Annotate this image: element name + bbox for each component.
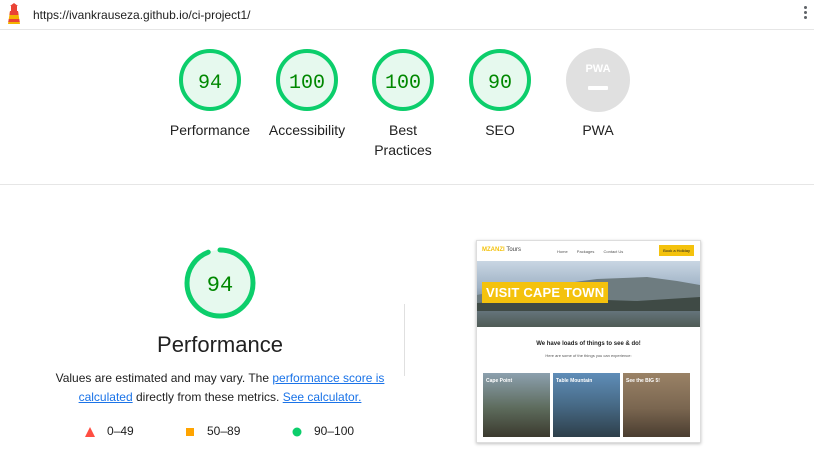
gauge-accessibility[interactable]: 100 Accessibility xyxy=(257,48,357,140)
legend-pass: 90–100 xyxy=(292,424,354,438)
performance-description: Values are estimated and may vary. The p… xyxy=(50,369,390,407)
legend-average: 50–89 xyxy=(185,424,240,438)
desc-text: directly from these metrics. xyxy=(132,390,283,404)
pwa-badge-text: PWA xyxy=(585,63,610,75)
vertical-divider xyxy=(404,304,405,376)
screenshot-card: See the BIG 5! xyxy=(623,373,690,437)
score-ring: 100 xyxy=(276,49,338,111)
score-value: 94 xyxy=(198,72,222,95)
screenshot-heading: We have loads of things to see & do! xyxy=(536,341,641,347)
screenshot-nav-links: Home Packages Contact Us xyxy=(557,249,631,254)
gauge-best-practices[interactable]: 100 Best Practices xyxy=(353,48,453,160)
screenshot-nav-item: Packages xyxy=(576,249,595,254)
performance-score: 94 xyxy=(207,273,233,298)
screenshot-hero: VISIT CAPE TOWN xyxy=(477,261,700,327)
score-ring: 100 xyxy=(372,49,434,111)
calculator-link[interactable]: See calculator. xyxy=(283,390,362,404)
circle-icon xyxy=(292,427,302,437)
screenshot-card: Table Mountain xyxy=(553,373,620,437)
screenshot-nav-item: Home xyxy=(557,249,568,254)
legend-range: 50–89 xyxy=(207,424,241,438)
performance-gauge: 94 xyxy=(184,247,256,319)
gauge-label: Accessibility xyxy=(268,122,346,138)
gauge-performance[interactable]: 94 Performance xyxy=(160,48,260,140)
screenshot-subheading: Here are some of the things you can expe… xyxy=(545,353,632,358)
gauge-label: Performance xyxy=(169,122,251,138)
square-icon xyxy=(186,427,194,436)
screenshot-cards: Cape Point Table Mountain See the BIG 5! xyxy=(483,373,695,437)
gauge-label: Best Practices xyxy=(374,122,432,158)
screenshot-brand: MZANZI Tours xyxy=(482,247,522,253)
legend-range: 90–100 xyxy=(314,424,355,438)
score-value: 90 xyxy=(488,72,512,95)
legend-range: 0–49 xyxy=(107,424,134,438)
gauge-seo[interactable]: 90 SEO xyxy=(450,48,550,140)
legend-fail: 0–49 xyxy=(85,424,134,438)
lighthouse-icon xyxy=(8,3,20,24)
gauge-pwa[interactable]: PWA PWA xyxy=(548,48,648,140)
screenshot-navbar: MZANZI Tours Home Packages Contact Us Bo… xyxy=(477,241,700,261)
gauge-label: PWA xyxy=(582,122,614,138)
report-topbar: https://ivankrauseza.github.io/ci-projec… xyxy=(0,0,814,30)
score-value: 100 xyxy=(385,72,421,95)
score-value: 100 xyxy=(289,72,325,95)
screenshot-nav-item: Contact Us xyxy=(603,249,624,254)
triangle-icon xyxy=(85,426,95,437)
screenshot-banner: VISIT CAPE TOWN xyxy=(482,282,609,303)
page-url[interactable]: https://ivankrauseza.github.io/ci-projec… xyxy=(33,8,250,22)
score-ring: 94 xyxy=(179,49,241,111)
screenshot-book-button: Book a Holiday xyxy=(659,245,694,256)
more-menu-icon[interactable] xyxy=(804,6,808,24)
desc-text: Values are estimated and may vary. The xyxy=(55,371,273,385)
final-screenshot[interactable]: MZANZI Tours Home Packages Contact Us Bo… xyxy=(476,240,701,443)
summary-gauges: 94 Performance 100 Accessibility 100 Bes… xyxy=(0,48,814,168)
score-ring: 90 xyxy=(469,49,531,111)
pwa-badge-icon: PWA xyxy=(566,48,630,112)
gauge-label: SEO xyxy=(485,122,515,138)
section-divider xyxy=(0,184,814,185)
performance-title: Performance xyxy=(157,332,283,357)
screenshot-card: Cape Point xyxy=(483,373,550,437)
